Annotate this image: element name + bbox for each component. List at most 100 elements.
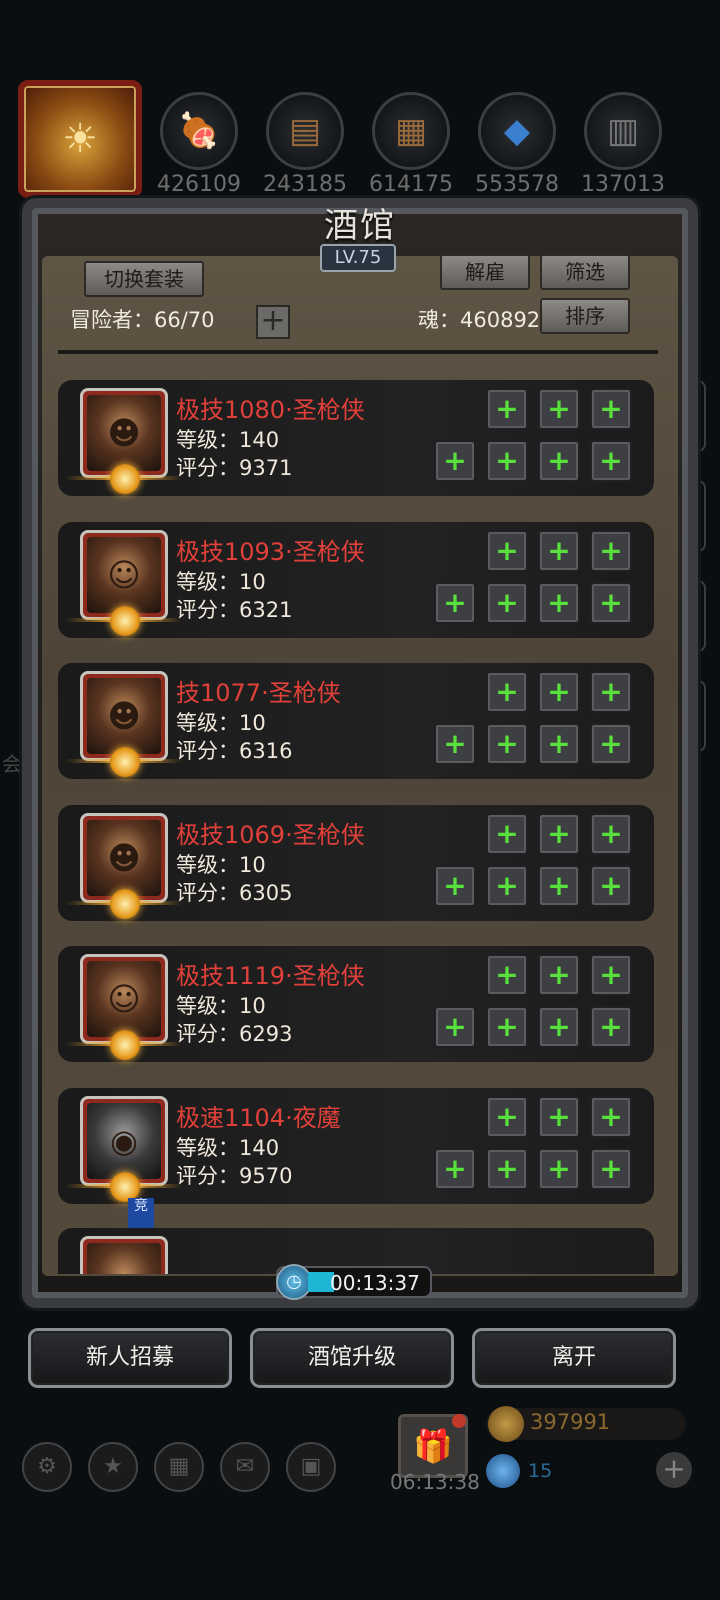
- hero-card[interactable]: ☻ 极技1080·圣枪侠 等级：140 评分：9371 + + + + + + …: [58, 380, 654, 496]
- switch-outfit-button[interactable]: 切换套装: [84, 261, 204, 297]
- boots-slot-icon[interactable]: +: [590, 1006, 632, 1048]
- lancer-portrait-icon: ☺: [87, 961, 161, 1037]
- armor-slot-icon[interactable]: +: [538, 1096, 580, 1138]
- hero-card[interactable]: ◉ 极速1104·夜魔 等级：140 评分：9570 + + + + + + +: [58, 1088, 654, 1204]
- hero-level: 等级：10: [176, 570, 266, 594]
- panel-title: 酒馆: [324, 206, 396, 246]
- shoulder-slot-icon[interactable]: +: [486, 723, 528, 765]
- crystal-icon[interactable]: ◆: [478, 92, 556, 170]
- hero-score: 评分：6293: [176, 1022, 293, 1046]
- boots-slot-icon[interactable]: +: [590, 865, 632, 907]
- player-avatar[interactable]: ☀: [18, 80, 142, 198]
- wood-value: 243185: [263, 172, 347, 197]
- hero-name: 极技1080·圣枪侠: [176, 396, 365, 424]
- ring-slot-icon[interactable]: +: [538, 723, 580, 765]
- shoulder-slot-icon[interactable]: +: [486, 1148, 528, 1190]
- recruit-button[interactable]: 新人招募: [28, 1328, 232, 1388]
- mail-icon[interactable]: ✉: [220, 1442, 270, 1492]
- stone-value: 137013: [581, 172, 665, 197]
- lancer-portrait-icon: ☻: [87, 678, 161, 754]
- hero-level: 等级：140: [176, 1136, 280, 1160]
- helmet-slot-icon[interactable]: +: [486, 388, 528, 430]
- side-left-label: 会: [2, 752, 22, 776]
- gift-timer: 06:13:38: [390, 1470, 480, 1494]
- lion-mask-icon: ☀: [62, 116, 98, 162]
- hero-card[interactable]: ☻ 技1077·圣枪侠 等级：10 评分：6316 + + + + + + +: [58, 663, 654, 779]
- hero-avatar: [80, 1236, 168, 1274]
- armor-slot-icon[interactable]: +: [538, 954, 580, 996]
- ring-slot-icon[interactable]: +: [538, 1006, 580, 1048]
- boots-slot-icon[interactable]: +: [590, 440, 632, 482]
- hero-card[interactable]: ☻ 极技1069·圣枪侠 等级：10 评分：6305 + + + + + + +: [58, 805, 654, 921]
- hero-name: 极技1119·圣枪侠: [176, 962, 365, 990]
- add-currency-button[interactable]: +: [656, 1452, 692, 1488]
- glove-slot-icon[interactable]: +: [590, 1096, 632, 1138]
- settings-icon[interactable]: ⚙: [22, 1442, 72, 1492]
- hero-score: 评分：6305: [176, 881, 293, 905]
- weapon-slot-icon[interactable]: +: [434, 1148, 476, 1190]
- rank-badge-icon: [110, 747, 140, 777]
- helmet-slot-icon[interactable]: +: [486, 530, 528, 572]
- iron-value: 614175: [369, 172, 453, 197]
- helmet-slot-icon[interactable]: +: [486, 671, 528, 713]
- hero-score: 评分：6321: [176, 598, 293, 622]
- weapon-slot-icon[interactable]: +: [434, 440, 476, 482]
- shoulder-slot-icon[interactable]: +: [486, 582, 528, 624]
- armor-slot-icon[interactable]: +: [538, 813, 580, 855]
- sort-button[interactable]: 排序: [540, 298, 630, 334]
- notification-dot: [452, 1414, 466, 1428]
- boots-slot-icon[interactable]: +: [590, 582, 632, 624]
- filter-button[interactable]: 筛选: [540, 254, 630, 290]
- armor-slot-icon[interactable]: +: [538, 388, 580, 430]
- map-icon[interactable]: ▦: [154, 1442, 204, 1492]
- iron-icon[interactable]: ▦: [372, 92, 450, 170]
- glove-slot-icon[interactable]: +: [590, 671, 632, 713]
- ring-slot-icon[interactable]: +: [538, 440, 580, 482]
- helmet-slot-icon[interactable]: +: [486, 954, 528, 996]
- boots-slot-icon[interactable]: +: [590, 1148, 632, 1190]
- helmet-slot-icon[interactable]: +: [486, 1096, 528, 1138]
- ring-slot-icon[interactable]: +: [538, 1148, 580, 1190]
- shoulder-slot-icon[interactable]: +: [486, 440, 528, 482]
- stone-icon[interactable]: ▥: [584, 92, 662, 170]
- hero-level: 等级：10: [176, 853, 266, 877]
- tavern-upgrade-button[interactable]: 酒馆升级: [250, 1328, 454, 1388]
- armor-slot-icon[interactable]: +: [538, 530, 580, 572]
- dismiss-button[interactable]: 解雇: [440, 254, 530, 290]
- lancer-portrait-icon: ☻: [87, 820, 161, 896]
- wood-icon[interactable]: ▤: [266, 92, 344, 170]
- glove-slot-icon[interactable]: +: [590, 813, 632, 855]
- hero-card[interactable]: ☺ 极技1093·圣枪侠 等级：10 评分：6321 + + + + + + +: [58, 522, 654, 638]
- clock-icon: ◷: [276, 1264, 312, 1300]
- leave-button[interactable]: 离开: [472, 1328, 676, 1388]
- glove-slot-icon[interactable]: +: [590, 388, 632, 430]
- boots-slot-icon[interactable]: +: [590, 723, 632, 765]
- timer-text: 00:13:37: [330, 1271, 420, 1295]
- armor-slot-icon[interactable]: +: [538, 671, 580, 713]
- weapon-slot-icon[interactable]: +: [434, 723, 476, 765]
- shoulder-slot-icon[interactable]: +: [486, 865, 528, 907]
- hero-name: 极技1093·圣枪侠: [176, 538, 365, 566]
- hero-level: 等级：10: [176, 711, 266, 735]
- lancer-portrait-icon: ☺: [87, 537, 161, 613]
- hero-level: 等级：10: [176, 994, 266, 1018]
- weapon-slot-icon[interactable]: +: [434, 865, 476, 907]
- rank-badge-icon: [110, 464, 140, 494]
- backpack-icon[interactable]: ▣: [286, 1442, 336, 1492]
- lancer-portrait-icon: ☻: [87, 395, 161, 471]
- achievement-icon[interactable]: ★: [88, 1442, 138, 1492]
- hero-list[interactable]: ☻ 极技1080·圣枪侠 等级：140 评分：9371 + + + + + + …: [58, 356, 658, 1274]
- helmet-slot-icon[interactable]: +: [486, 813, 528, 855]
- hero-card[interactable]: ☺ 极技1119·圣枪侠 等级：10 评分：6293 + + + + + + +: [58, 946, 654, 1062]
- weapon-slot-icon[interactable]: +: [434, 582, 476, 624]
- glove-slot-icon[interactable]: +: [590, 530, 632, 572]
- meat-icon[interactable]: 🍖: [160, 92, 238, 170]
- shoulder-slot-icon[interactable]: +: [486, 1006, 528, 1048]
- ring-slot-icon[interactable]: +: [538, 865, 580, 907]
- weapon-slot-icon[interactable]: +: [434, 1006, 476, 1048]
- hero-portrait-icon: [87, 1243, 161, 1274]
- glove-slot-icon[interactable]: +: [590, 954, 632, 996]
- gem-amount: 15: [528, 1460, 553, 1482]
- add-adventurer-slot-button[interactable]: +: [256, 305, 290, 339]
- ring-slot-icon[interactable]: +: [538, 582, 580, 624]
